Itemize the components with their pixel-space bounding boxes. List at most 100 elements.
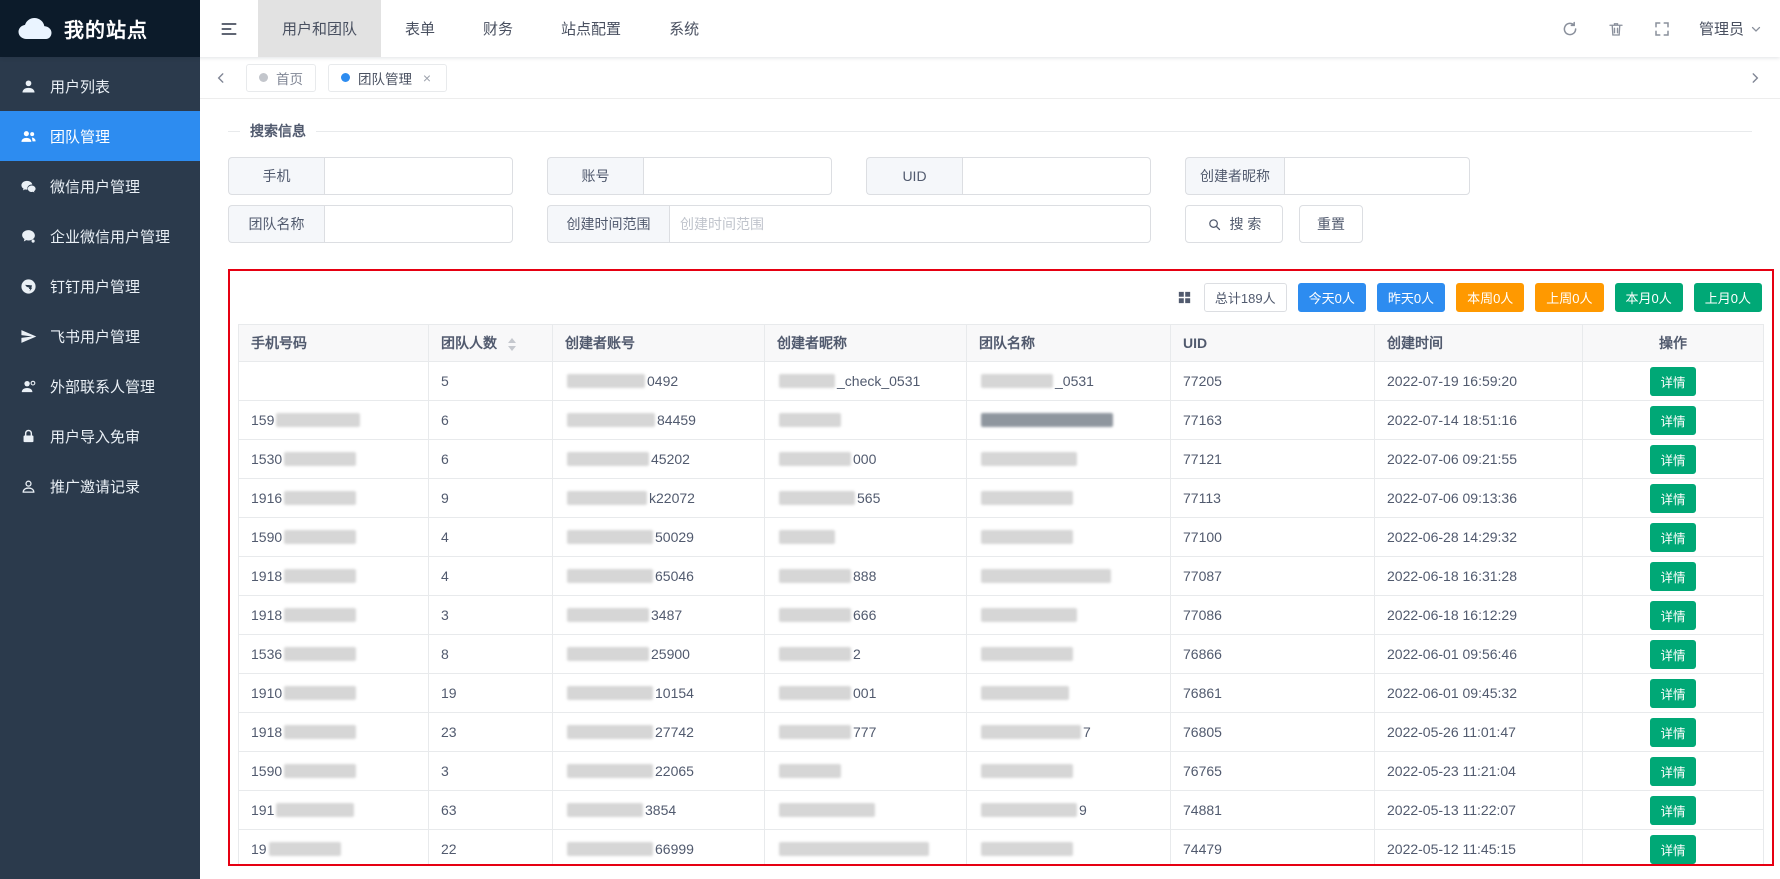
cell-uid: 76866 [1171, 635, 1375, 674]
cell-account: 10154 [553, 674, 765, 713]
column-header: 团队人数 [429, 325, 553, 362]
search-input[interactable] [643, 157, 832, 195]
top-nav-item[interactable]: 财务 [459, 0, 537, 57]
stat-badge: 总计189人 [1204, 283, 1287, 312]
sidebar-item[interactable]: 企业微信用户管理 [0, 211, 200, 261]
search-actions: 搜 索 重置 [1185, 205, 1470, 243]
sidebar-item[interactable]: 用户导入免审 [0, 411, 200, 461]
cell-uid: 74479 [1171, 830, 1375, 867]
detail-button[interactable]: 详情 [1650, 835, 1695, 864]
cell-phone: 1536 [239, 635, 429, 674]
chevron-left-icon[interactable] [206, 71, 236, 85]
top-nav: 用户和团队 表单 财务 站点配置 系统 [258, 0, 723, 57]
reset-button[interactable]: 重置 [1299, 205, 1363, 243]
detail-button[interactable]: 详情 [1650, 796, 1695, 825]
cell-nickname [765, 752, 967, 791]
close-tab-icon[interactable] [420, 71, 434, 85]
detail-button[interactable]: 详情 [1650, 406, 1695, 435]
search-field-group: 创建时间范围 [547, 205, 1151, 243]
table-row: 191 63 3854 9 74881 2022-05-13 11:22:07 … [239, 791, 1764, 830]
cell-members: 5 [429, 362, 553, 401]
sidebar-item[interactable]: 飞书用户管理 [0, 311, 200, 361]
menu-icon[interactable] [200, 0, 258, 57]
cell-uid: 77100 [1171, 518, 1375, 557]
search-input[interactable] [324, 157, 513, 195]
sidebar-item-label: 用户导入免审 [50, 426, 140, 447]
sidebar-item[interactable]: 用户列表 [0, 61, 200, 111]
search-input[interactable] [1284, 157, 1470, 195]
sidebar-item[interactable]: 推广邀请记录 [0, 461, 200, 511]
redacted-text [779, 452, 851, 466]
cell-account: 22065 [553, 752, 765, 791]
sidebar-item[interactable]: 外部联系人管理 [0, 361, 200, 411]
detail-button[interactable]: 详情 [1650, 640, 1695, 669]
cell-team-name [967, 752, 1171, 791]
cell-uid: 77163 [1171, 401, 1375, 440]
redacted-text [284, 608, 356, 622]
search-input[interactable] [669, 205, 1151, 243]
top-nav-item[interactable]: 系统 [645, 0, 723, 57]
sidebar-item[interactable]: 团队管理 [0, 111, 200, 161]
detail-button[interactable]: 详情 [1650, 367, 1695, 396]
top-nav-item[interactable]: 站点配置 [537, 0, 645, 57]
user-name: 管理员 [1699, 18, 1744, 39]
redacted-text [981, 647, 1073, 661]
chevron-right-icon[interactable] [1740, 71, 1770, 85]
page-tab-label: 首页 [276, 68, 303, 88]
user-menu[interactable]: 管理员 [1699, 18, 1762, 39]
cell-actions: 详情 [1583, 440, 1764, 479]
cell-created: 2022-07-14 18:51:16 [1375, 401, 1583, 440]
search-field-label: 账号 [547, 157, 643, 195]
redacted-text [981, 413, 1113, 427]
redacted-text [284, 725, 356, 739]
search-button[interactable]: 搜 索 [1185, 205, 1283, 243]
search-input[interactable] [324, 205, 513, 243]
cell-actions: 详情 [1583, 518, 1764, 557]
detail-button[interactable]: 详情 [1650, 484, 1695, 513]
redacted-text [981, 569, 1111, 583]
sidebar-item-label: 微信用户管理 [50, 176, 140, 197]
page-tab[interactable]: 团队管理 [328, 64, 447, 92]
sidebar-item[interactable]: 微信用户管理 [0, 161, 200, 211]
cell-account: 50029 [553, 518, 765, 557]
detail-button[interactable]: 详情 [1650, 601, 1695, 630]
column-grid-icon[interactable] [1176, 289, 1193, 306]
cell-team-name: 7 [967, 713, 1171, 752]
cell-actions: 详情 [1583, 362, 1764, 401]
sidebar-item[interactable]: 钉钉用户管理 [0, 261, 200, 311]
trash-icon[interactable] [1607, 20, 1625, 38]
detail-button[interactable]: 详情 [1650, 562, 1695, 591]
search-field-label: 创建者昵称 [1185, 157, 1284, 195]
contact-icon [20, 378, 37, 395]
top-nav-item[interactable]: 用户和团队 [258, 0, 381, 57]
sort-icon[interactable] [508, 338, 516, 351]
detail-button[interactable]: 详情 [1650, 679, 1695, 708]
detail-button[interactable]: 详情 [1650, 445, 1695, 474]
cell-account: 84459 [553, 401, 765, 440]
cell-account: 66999 [553, 830, 765, 867]
redacted-text [981, 452, 1077, 466]
detail-button[interactable]: 详情 [1650, 523, 1695, 552]
detail-button[interactable]: 详情 [1650, 757, 1695, 786]
fullscreen-icon[interactable] [1653, 20, 1671, 38]
column-header: 创建者账号 [553, 325, 765, 362]
top-nav-item[interactable]: 表单 [381, 0, 459, 57]
cell-team-name [967, 479, 1171, 518]
page-tab[interactable]: 首页 [246, 64, 316, 92]
table-row: 1590 4 50029 77100 2022-06-28 14:29:32 详… [239, 518, 1764, 557]
search-input[interactable] [962, 157, 1151, 195]
redacted-text [779, 491, 855, 505]
brand: 我的站点 [0, 0, 200, 57]
topbar: 我的站点 用户和团队 表单 财务 站点配置 系统 [0, 0, 1780, 57]
stats-row: 总计189人 今天0人 昨天0人 本周0人 上周0人 本月0人 上月0人 [238, 281, 1764, 324]
redacted-text [981, 803, 1077, 817]
detail-button[interactable]: 详情 [1650, 718, 1695, 747]
table-row: 1590 3 22065 76765 2022-05-23 11:21:04 详… [239, 752, 1764, 791]
redacted-text [779, 842, 929, 856]
redacted-text [779, 803, 875, 817]
refresh-icon[interactable] [1561, 20, 1579, 38]
table-header: 手机号码 团队人数 创建者账号 [239, 325, 1764, 362]
cell-account: 45202 [553, 440, 765, 479]
table-row: 1536 8 25900 2 76866 2022-06-01 09:56:46… [239, 635, 1764, 674]
redacted-text [284, 530, 356, 544]
